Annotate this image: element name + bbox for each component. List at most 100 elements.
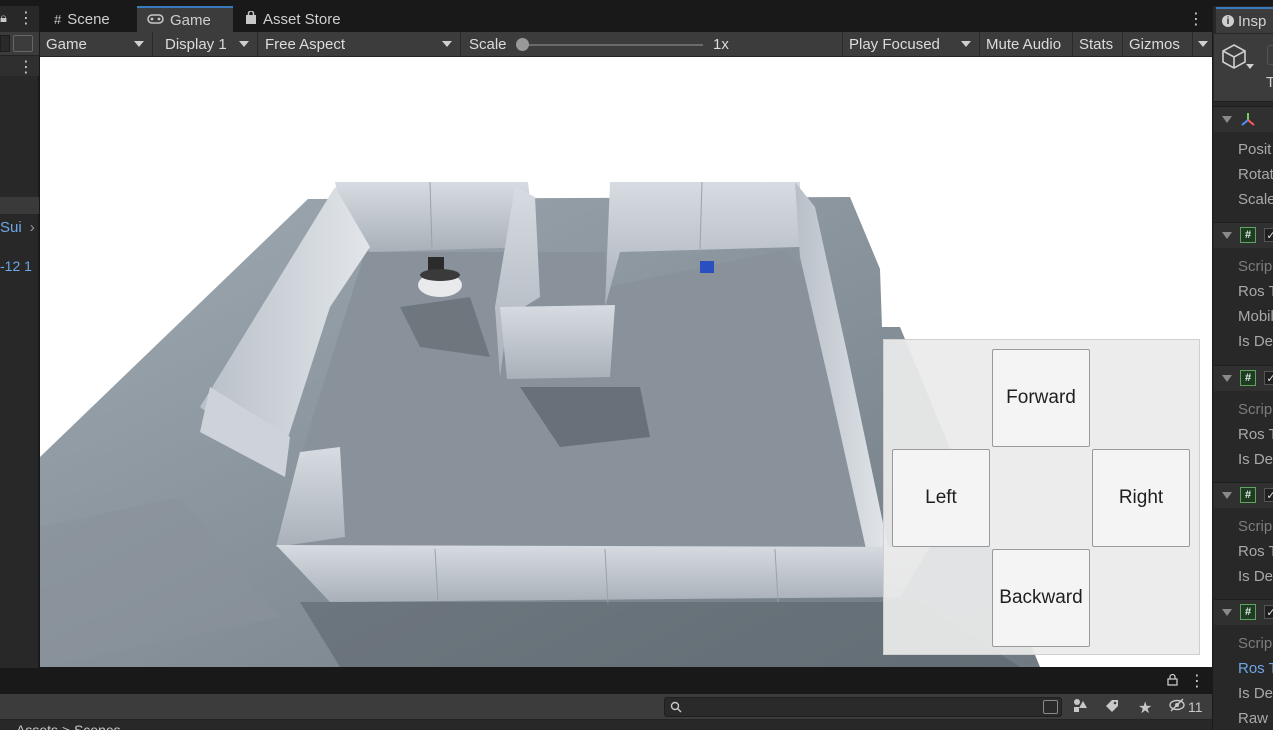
backward-button[interactable]: Backward: [992, 549, 1090, 647]
filter-by-label-icon[interactable]: [1104, 698, 1120, 717]
name-field-box[interactable]: [1267, 45, 1273, 65]
chevron-down-icon: [442, 41, 452, 47]
lock-icon[interactable]: 🔒︎: [0, 10, 7, 26]
game-viewport[interactable]: Forward Left Right Backward: [40, 57, 1212, 667]
script-component-header[interactable]: # ✓: [1214, 599, 1273, 625]
ros-topic-label: Ros T: [1238, 543, 1273, 560]
info-icon: i: [1222, 15, 1234, 27]
script-component-header[interactable]: # ✓: [1214, 482, 1273, 508]
is-debug-label: Is De: [1238, 451, 1273, 468]
play-focused-label: Play Focused: [849, 35, 940, 53]
script-label: Scrip: [1238, 258, 1273, 275]
lock-icon[interactable]: [1167, 673, 1178, 689]
favorite-star-icon[interactable]: ★: [1138, 698, 1152, 718]
view-tabbar: # Scene Game Asset Store ⋮: [40, 6, 1212, 32]
enabled-checkbox[interactable]: ✓: [1264, 371, 1273, 385]
scale-value: 1x: [713, 36, 729, 53]
gizmos-label: Gizmos: [1129, 35, 1180, 53]
hierarchy-panel: [0, 6, 39, 668]
project-search-input[interactable]: [664, 697, 1062, 717]
ros-topic-label: Ros T: [1238, 660, 1273, 677]
foldout-icon: [1222, 609, 1232, 616]
script-label: Scrip: [1238, 635, 1273, 652]
hierarchy-item-label: -12 1: [0, 258, 32, 274]
scale-slider-track[interactable]: [520, 44, 703, 46]
gizmos-button[interactable]: Gizmos: [1123, 32, 1193, 56]
enabled-checkbox[interactable]: ✓: [1264, 228, 1273, 242]
ros-topic-label: Ros T: [1238, 283, 1273, 300]
enabled-checkbox[interactable]: ✓: [1264, 488, 1273, 502]
display-dropdown-label: Display 1: [165, 35, 227, 53]
stats-button[interactable]: Stats: [1073, 32, 1123, 56]
tab-asset-store[interactable]: Asset Store: [235, 6, 351, 32]
hierarchy-tabbar: 🔒︎ ⋮: [0, 6, 39, 32]
transform-icon: [1240, 111, 1256, 131]
right-button[interactable]: Right: [1092, 449, 1190, 547]
backward-button-label: Backward: [999, 587, 1083, 608]
search-type-icon[interactable]: [1043, 700, 1058, 714]
script-icon: #: [1240, 604, 1256, 620]
rotation-label: Rotat: [1238, 166, 1273, 183]
script-icon: #: [1240, 370, 1256, 386]
tab-inspector[interactable]: i Insp: [1216, 7, 1273, 33]
script-icon: #: [1240, 487, 1256, 503]
hierarchy-item[interactable]: Sui ›: [0, 218, 39, 236]
control-pad: Forward Left Right Backward: [883, 339, 1200, 655]
tab-scene[interactable]: # Scene: [44, 6, 120, 32]
chevron-down-icon[interactable]: [1246, 64, 1254, 69]
script-icon: #: [1240, 227, 1256, 243]
tab-label: Insp: [1238, 12, 1267, 30]
breadcrumb[interactable]: Assets > Scenes: [16, 722, 121, 730]
hierarchy-item[interactable]: -12 1: [0, 258, 39, 276]
more-options-icon[interactable]: ⋮: [18, 57, 34, 77]
aspect-dropdown-label: Free Aspect: [265, 35, 346, 53]
game-dropdown[interactable]: Game: [40, 32, 153, 56]
scale-label: Scale: [1238, 191, 1273, 208]
foldout-icon: [1222, 375, 1232, 382]
hidden-count: 11: [1188, 698, 1203, 715]
transform-header[interactable]: [1214, 106, 1273, 132]
search-icon: [670, 700, 682, 717]
scale-label: Scale: [469, 35, 507, 53]
tab-label: Asset Store: [263, 10, 341, 28]
left-button[interactable]: Left: [892, 449, 990, 547]
display-dropdown[interactable]: Display 1: [154, 32, 258, 56]
tab-game[interactable]: Game: [137, 6, 233, 32]
forward-button[interactable]: Forward: [992, 349, 1090, 447]
ros-topic-label: Ros T: [1238, 426, 1273, 443]
gizmos-dropdown[interactable]: [1193, 32, 1212, 56]
more-options-icon[interactable]: ⋮: [1188, 9, 1204, 29]
project-tabbar: ⋮: [0, 668, 1212, 694]
script-component-header[interactable]: # ✓: [1214, 365, 1273, 391]
chevron-down-icon: [134, 41, 144, 47]
maximize-icon[interactable]: [13, 35, 33, 52]
tab-label: Scene: [67, 10, 110, 28]
grid-icon: #: [54, 11, 62, 27]
hierarchy-selected-row[interactable]: [0, 197, 39, 214]
aspect-dropdown[interactable]: Free Aspect: [259, 32, 461, 56]
right-button-label: Right: [1118, 487, 1164, 508]
chevron-down-icon: [961, 41, 971, 47]
filter-by-type-icon[interactable]: [1072, 698, 1088, 717]
stats-label: Stats: [1079, 35, 1114, 53]
enabled-checkbox[interactable]: ✓: [1264, 605, 1273, 619]
left-button-label: Left: [925, 487, 957, 508]
foldout-icon: [1222, 116, 1232, 123]
play-focused-dropdown[interactable]: Play Focused: [842, 32, 980, 56]
hierarchy-subheader: ⋮: [0, 56, 39, 76]
chevron-right-icon: ›: [29, 218, 35, 236]
cube-icon[interactable]: [1220, 42, 1248, 74]
game-toolbar: Game Display 1 Free Aspect Scale 1x Play…: [40, 32, 1212, 57]
is-debug-label: Is De: [1238, 333, 1273, 350]
scale-control: Scale 1x: [462, 32, 842, 56]
eye-slash-icon: [1168, 698, 1186, 715]
script-component-header[interactable]: # ✓: [1214, 222, 1273, 248]
more-options-icon[interactable]: ⋮: [1189, 671, 1205, 691]
more-options-icon[interactable]: ⋮: [18, 8, 34, 28]
hidden-packages-toggle[interactable]: 11: [1168, 698, 1203, 715]
tab-label: Game: [170, 11, 211, 29]
hierarchy-search-input[interactable]: [0, 35, 10, 52]
shopping-bag-icon: [245, 9, 257, 28]
mute-audio-button[interactable]: Mute Audio: [980, 32, 1073, 56]
scale-slider-handle[interactable]: [516, 38, 529, 51]
